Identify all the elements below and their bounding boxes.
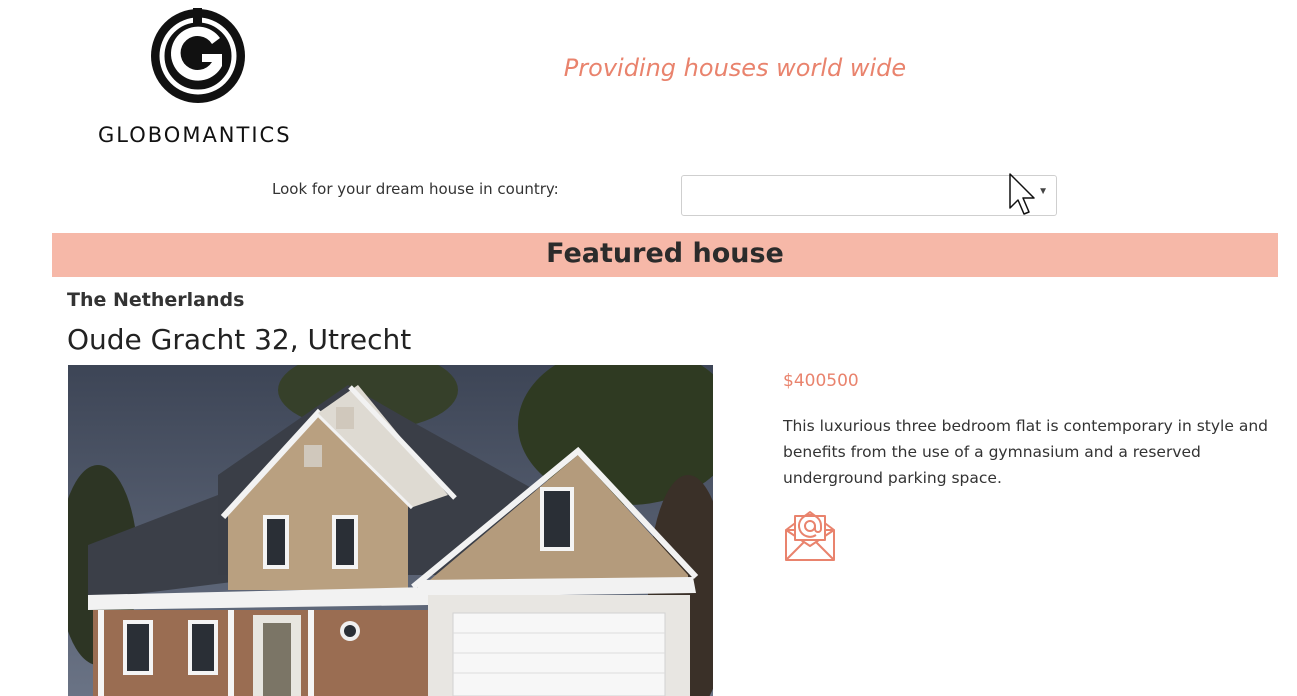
country-select[interactable]: ▼ [681, 175, 1057, 216]
featured-banner: Featured house [52, 233, 1278, 277]
dropdown-caret-icon: ▼ [1038, 186, 1048, 197]
globomantics-logo: GLOBOMANTICS [92, 6, 307, 147]
country-search-label: Look for your dream house in country: [272, 180, 559, 198]
featured-heading: Featured house [546, 238, 784, 269]
logo-g-icon [151, 8, 245, 103]
house-photo [68, 365, 713, 696]
email-contact-button[interactable] [782, 506, 838, 562]
house-price: $400500 [783, 371, 859, 391]
tagline: Providing houses world wide [563, 54, 907, 82]
house-description: This luxurious three bedroom flat is con… [783, 417, 1268, 487]
house-address: Oude Gracht 32, Utrecht [67, 323, 412, 356]
logo-wordmark: GLOBOMANTICS [98, 123, 292, 147]
house-country: The Netherlands [67, 289, 245, 311]
mouse-cursor-icon [1009, 173, 1035, 215]
email-envelope-icon [785, 511, 835, 561]
